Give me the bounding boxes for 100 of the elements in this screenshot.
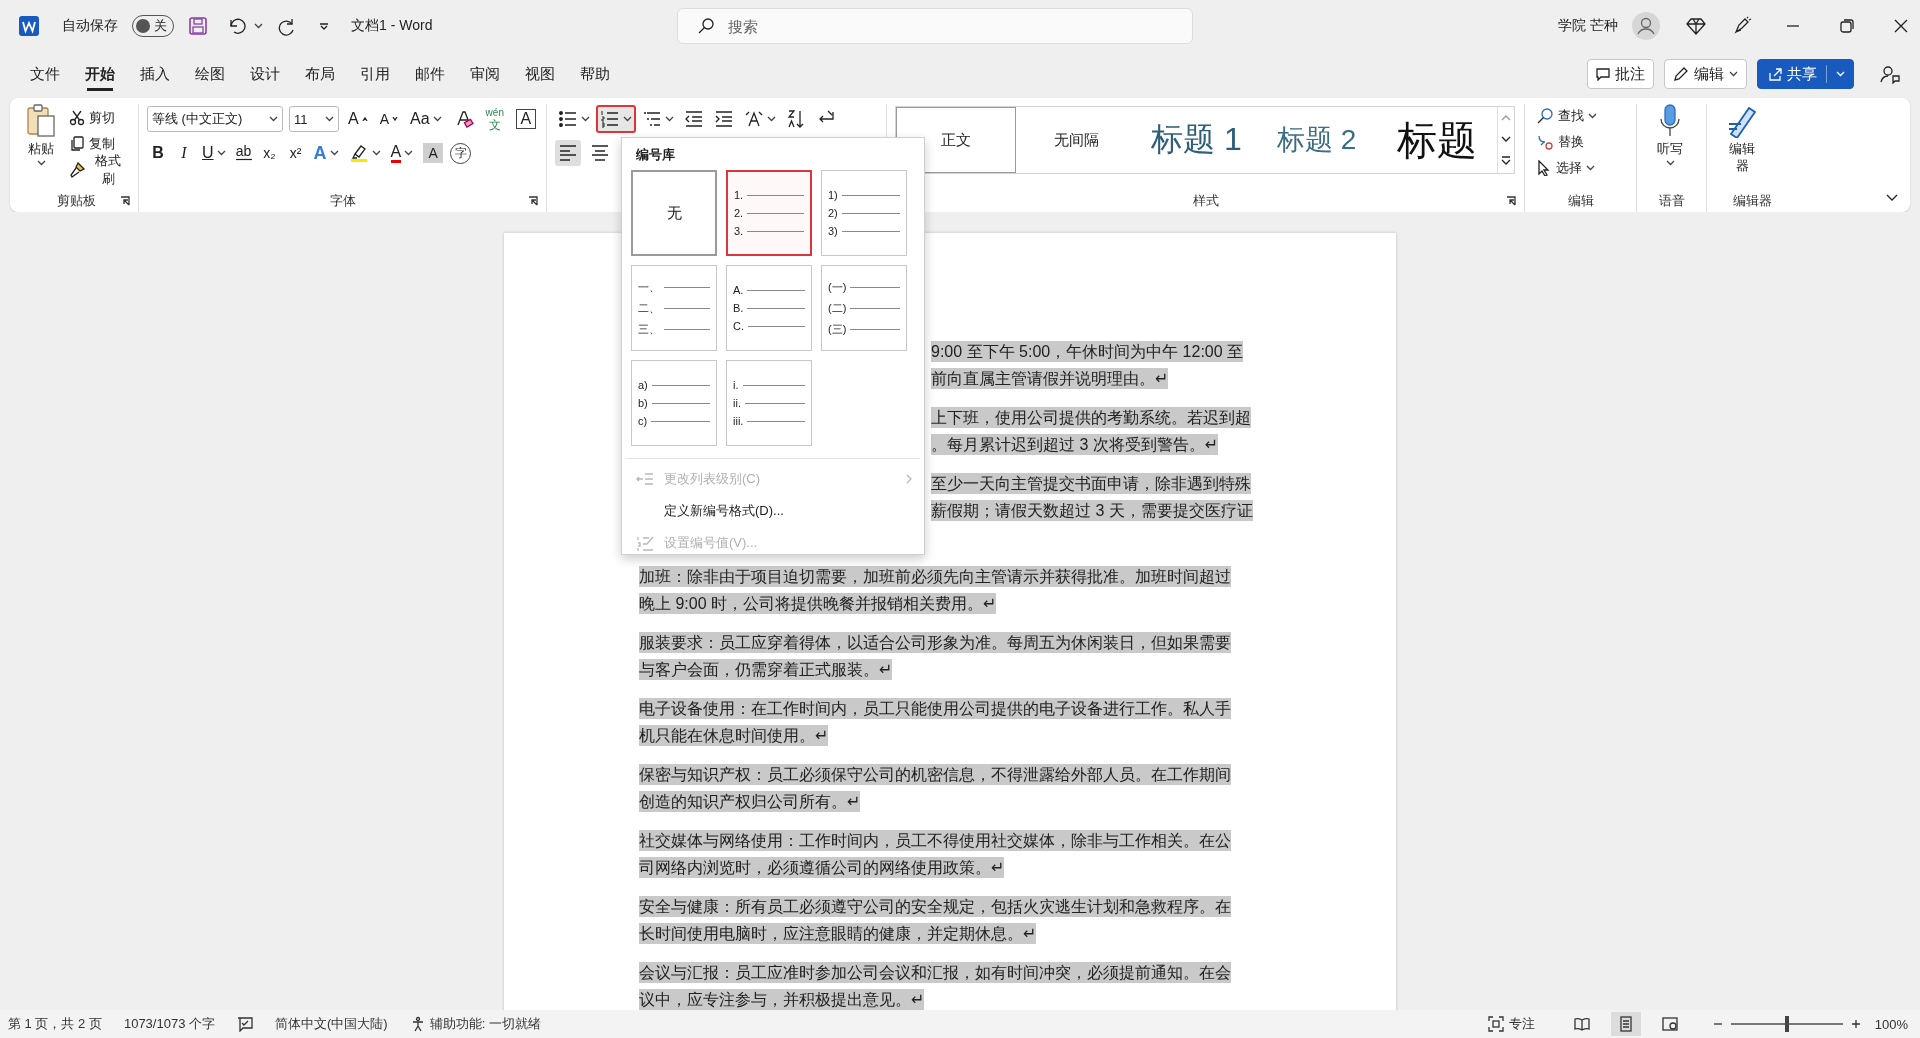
- subscript-button[interactable]: x₂: [258, 140, 281, 166]
- caret-icon[interactable]: [1588, 113, 1597, 119]
- phonetic-guide-button[interactable]: wén 文: [482, 106, 507, 132]
- replace-button[interactable]: 替换: [1533, 130, 1600, 154]
- change-case-button[interactable]: Aa: [407, 106, 445, 132]
- customize-caret-icon[interactable]: [319, 22, 329, 30]
- caret-icon[interactable]: [1665, 160, 1675, 166]
- zoom-level: 100%: [1874, 1016, 1908, 1032]
- pen-icon[interactable]: [1732, 16, 1752, 36]
- caret-icon[interactable]: [404, 150, 414, 156]
- restore-icon[interactable]: [1840, 19, 1854, 33]
- style-item[interactable]: 标题 2: [1256, 107, 1377, 173]
- dialog-launcher-icon[interactable]: [528, 196, 538, 206]
- group-label: 剪贴板: [56, 192, 96, 210]
- scroll-down-icon[interactable]: [1501, 135, 1511, 143]
- caret-icon[interactable]: [36, 160, 46, 166]
- align-center-icon: [590, 143, 610, 163]
- font-name-select[interactable]: 等线 (中文正文): [147, 106, 283, 132]
- numbering-option[interactable]: A. B. C.: [726, 265, 812, 351]
- paste-button[interactable]: 粘贴: [22, 104, 60, 190]
- editing-button[interactable]: 编辑: [1664, 59, 1747, 89]
- strikethrough-button[interactable]: ab: [232, 140, 255, 166]
- comments-button[interactable]: 批注: [1587, 59, 1654, 89]
- ribbon-tab[interactable]: 审阅: [462, 57, 508, 91]
- editor-button[interactable]: 编辑器: [1715, 104, 1769, 190]
- numbering-option[interactable]: 一、 二、 三、: [631, 265, 717, 351]
- ribbon-tab[interactable]: 绘图: [187, 57, 233, 91]
- caret-icon[interactable]: [371, 150, 381, 156]
- caret-icon[interactable]: [767, 116, 776, 122]
- ribbon-tab[interactable]: 引用: [352, 57, 398, 91]
- caret-icon[interactable]: [216, 150, 226, 156]
- search-field[interactable]: 搜索: [677, 8, 1194, 44]
- align-left-button[interactable]: [555, 140, 581, 166]
- dialog-launcher-icon[interactable]: [1506, 196, 1516, 206]
- text-effects-button[interactable]: A: [310, 140, 342, 166]
- numbering-option[interactable]: (一) (二) (三): [821, 265, 907, 351]
- caret-icon[interactable]: [1729, 71, 1738, 77]
- microphone-icon: [1659, 104, 1681, 138]
- save-icon[interactable]: [188, 16, 208, 36]
- scissors-icon: [69, 110, 85, 126]
- dialog-launcher-icon[interactable]: [120, 196, 130, 206]
- copy-icon: [69, 136, 85, 152]
- caret-icon[interactable]: [269, 116, 278, 122]
- find-button[interactable]: 查找: [1533, 104, 1600, 128]
- scroll-up-icon[interactable]: [1501, 113, 1511, 122]
- diamond-icon[interactable]: [1686, 17, 1706, 35]
- ribbon-tab[interactable]: 邮件: [407, 57, 453, 91]
- style-item[interactable]: 标题: [1376, 107, 1497, 173]
- proofing-icon[interactable]: [237, 1016, 253, 1032]
- dictate-button[interactable]: 听写: [1645, 104, 1695, 190]
- numbering-option[interactable]: a) b) c): [631, 360, 717, 446]
- style-item[interactable]: 标题 1: [1136, 107, 1257, 173]
- ribbon-tab[interactable]: 帮助: [572, 57, 618, 91]
- caret-icon[interactable]: [1586, 165, 1595, 171]
- group-label: 编辑器: [1732, 192, 1772, 210]
- share-button[interactable]: 共享: [1757, 59, 1854, 89]
- grow-font-button[interactable]: A: [345, 106, 371, 132]
- character-shading-button[interactable]: A: [423, 143, 444, 163]
- caret-icon[interactable]: [623, 116, 632, 122]
- numbering-button[interactable]: [597, 106, 635, 132]
- caret-icon[interactable]: [581, 116, 590, 122]
- menu-item[interactable]: 定义新编号格式(D)...: [626, 495, 920, 527]
- underline-button[interactable]: U: [199, 140, 229, 166]
- numbering-option[interactable]: 1. 2. 3.: [726, 170, 812, 256]
- ribbon-tab[interactable]: 布局: [297, 57, 343, 91]
- italic-button[interactable]: I: [173, 140, 195, 166]
- shrink-font-button[interactable]: A: [376, 106, 401, 132]
- numbering-option[interactable]: 无: [631, 170, 717, 256]
- feedback-icon[interactable]: [1880, 64, 1900, 84]
- avatar-icon[interactable]: [1632, 12, 1660, 40]
- font-size-select[interactable]: 11: [289, 106, 339, 132]
- accessibility-status: 辅助功能: 一切就绪: [429, 1015, 541, 1033]
- view-button[interactable]: [1610, 1012, 1641, 1036]
- language-status: 简体中文(中国大陆): [275, 1015, 388, 1033]
- select-button[interactable]: 选择: [1533, 156, 1600, 180]
- numbering-option[interactable]: 1) 2) 3): [821, 170, 907, 256]
- cut-button[interactable]: 剪切: [66, 106, 130, 130]
- ribbon-tab[interactable]: 插入: [132, 57, 178, 91]
- collapse-ribbon-icon[interactable]: [1886, 194, 1898, 202]
- ribbon-tab[interactable]: 设计: [242, 57, 288, 91]
- ribbon-tab[interactable]: 文件: [22, 57, 68, 91]
- superscript-button[interactable]: x²: [284, 140, 307, 166]
- focus-icon: [1487, 1016, 1504, 1032]
- menu-heading: 编号库: [635, 146, 676, 164]
- bold-button[interactable]: B: [147, 140, 169, 166]
- character-border-button[interactable]: A: [515, 109, 536, 129]
- more-styles-icon[interactable]: [1501, 156, 1511, 167]
- focus-button[interactable]: 专注: [1487, 1015, 1535, 1033]
- numbering-option[interactable]: i. ii. iii.: [726, 360, 812, 446]
- zoom-in-icon[interactable]: [1850, 1019, 1861, 1029]
- close-icon[interactable]: [1894, 19, 1908, 33]
- font-color-button[interactable]: A: [387, 140, 417, 166]
- down-mark-icon: [392, 117, 398, 121]
- caret-icon[interactable]: [325, 116, 334, 122]
- ribbon-tab[interactable]: 视图: [517, 57, 563, 91]
- caret-icon[interactable]: [329, 150, 339, 156]
- caret-icon[interactable]: [254, 23, 263, 29]
- caret-icon[interactable]: [432, 116, 442, 122]
- style-item[interactable]: 无间隔: [1016, 107, 1137, 173]
- caret-icon[interactable]: [665, 116, 674, 122]
